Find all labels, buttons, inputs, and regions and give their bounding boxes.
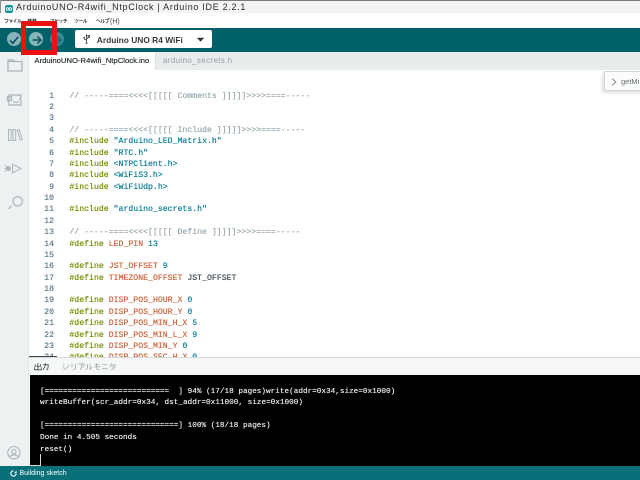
svg-text:(H): (H) [110, 18, 120, 25]
